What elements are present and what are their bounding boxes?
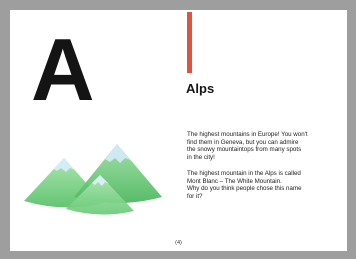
mountains-illustration xyxy=(24,144,162,215)
page-heading: Alps xyxy=(186,81,215,96)
paragraph-mont-blanc: The highest mountain in the Alps is call… xyxy=(187,170,302,200)
page-number: (4) xyxy=(175,240,182,246)
book-page: A Alps The highest mountains in Europe! … xyxy=(10,10,347,251)
paragraph-intro: The highest mountains in Europe! You won… xyxy=(187,131,308,161)
chapter-letter: A xyxy=(31,20,95,119)
accent-bar xyxy=(187,12,192,73)
